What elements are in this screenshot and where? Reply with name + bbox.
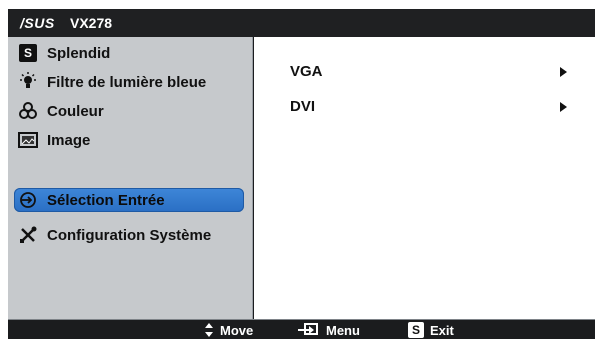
title-bar: /SUS VX278 (8, 9, 595, 37)
up-down-arrows-icon (204, 323, 214, 337)
submenu-item-dvi[interactable]: DVI (254, 96, 595, 118)
osd-window: /SUS VX278 S Splendid Filtre de lumière … (8, 9, 595, 339)
menu-item-color[interactable]: Couleur (14, 99, 244, 123)
menu-item-label: Sélection Entrée (47, 191, 165, 209)
menu-item-system-setup[interactable]: Configuration Système (14, 223, 244, 247)
enter-icon (298, 323, 320, 337)
menu-item-label: Configuration Système (47, 226, 212, 244)
splendid-s-icon: S (18, 44, 38, 62)
menu-item-splendid[interactable]: S Splendid (14, 41, 244, 65)
model-name: VX278 (70, 15, 113, 31)
brand-logo: /SUS (20, 15, 55, 31)
menu-item-label: Couleur (47, 102, 104, 120)
image-icon (18, 131, 38, 149)
move-hint: Move (204, 321, 253, 339)
menu-item-input-selection[interactable]: Sélection Entrée (14, 188, 244, 212)
submenu-panel: VGA DVI (254, 37, 595, 320)
submenu-item-label: VGA (290, 63, 323, 80)
main-menu: S Splendid Filtre de lumière bleue Coule… (8, 37, 253, 320)
menu-hint: Menu (298, 321, 360, 339)
exit-hint: S Exit (408, 321, 454, 339)
menu-item-image[interactable]: Image (14, 128, 244, 152)
lightbulb-icon (18, 72, 38, 91)
menu-label: Menu (326, 322, 360, 338)
tools-icon (18, 226, 38, 244)
input-select-icon (18, 191, 38, 209)
submenu-item-label: DVI (290, 98, 316, 115)
menu-item-blue-light-filter[interactable]: Filtre de lumière bleue (14, 70, 244, 94)
menu-item-label: Image (47, 131, 91, 149)
color-circles-icon (18, 102, 38, 120)
move-label: Move (220, 322, 254, 338)
menu-item-label: Filtre de lumière bleue (47, 73, 207, 91)
chevron-right-icon (560, 102, 567, 112)
submenu-item-vga[interactable]: VGA (254, 61, 595, 83)
menu-item-label: Splendid (47, 44, 111, 62)
footer-bar: Move Menu S Exit (8, 320, 595, 339)
exit-label: Exit (430, 322, 454, 338)
exit-s-icon: S (408, 322, 424, 338)
chevron-right-icon (560, 67, 567, 77)
